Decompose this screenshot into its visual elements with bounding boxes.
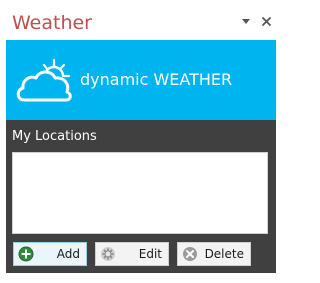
edit-button[interactable]: Edit bbox=[95, 242, 169, 266]
sun-cloud-icon bbox=[16, 58, 72, 102]
add-icon bbox=[18, 246, 34, 262]
weather-task-pane: Weather dynamic WEATHER My Locations Add… bbox=[0, 0, 282, 283]
pane-title: Weather bbox=[12, 12, 92, 34]
delete-button-label: Delete bbox=[204, 247, 244, 261]
weather-panel: dynamic WEATHER My Locations Add Edit De… bbox=[6, 40, 276, 273]
my-locations-label: My Locations bbox=[12, 129, 97, 144]
pane-controls bbox=[240, 12, 272, 30]
banner-text: dynamic WEATHER bbox=[80, 70, 233, 89]
add-button[interactable]: Add bbox=[13, 242, 87, 266]
pane-header: Weather bbox=[0, 0, 282, 40]
delete-button[interactable]: Delete bbox=[177, 242, 251, 266]
banner: dynamic WEATHER bbox=[6, 40, 276, 120]
edit-button-label: Edit bbox=[138, 247, 162, 261]
delete-icon bbox=[183, 247, 197, 261]
locations-list[interactable] bbox=[12, 152, 268, 234]
close-icon[interactable] bbox=[260, 15, 272, 27]
gear-icon bbox=[101, 247, 115, 261]
add-button-label: Add bbox=[56, 247, 80, 261]
dropdown-arrow-icon[interactable] bbox=[240, 15, 252, 27]
